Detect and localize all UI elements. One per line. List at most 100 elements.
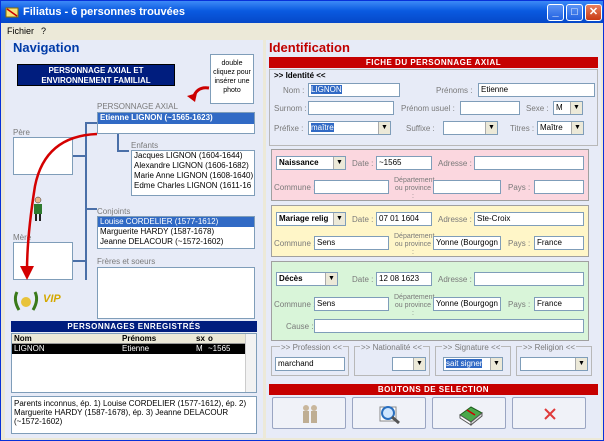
row-nom: LIGNON bbox=[14, 344, 45, 353]
col-o[interactable]: o bbox=[208, 334, 213, 343]
minimize-button[interactable]: _ bbox=[547, 4, 564, 21]
axial-label: PERSONNAGE AXIAL bbox=[97, 102, 178, 111]
red-curve-arrow-icon bbox=[20, 132, 98, 280]
chevron-down-icon[interactable]: ▼ bbox=[325, 273, 337, 285]
mariage-adresse-field[interactable]: Ste-Croix bbox=[474, 212, 584, 226]
chevron-down-icon[interactable]: ▼ bbox=[490, 358, 502, 370]
registered-title: PERSONNAGES ENREGISTRÉS bbox=[11, 321, 257, 332]
mariage-departement-field[interactable]: Yonne (Bourgogn bbox=[433, 236, 501, 250]
prefixe-value: maître bbox=[311, 123, 334, 132]
menu-fichier[interactable]: Fichier bbox=[7, 26, 34, 36]
mariage-date-field[interactable]: 07 01 1604 bbox=[376, 212, 432, 226]
row-sx: M bbox=[196, 344, 203, 353]
photo-box[interactable]: double cliquez pour insérer une photo bbox=[210, 54, 254, 104]
vip-label[interactable]: VIP bbox=[43, 293, 61, 305]
chevron-down-icon[interactable]: ▼ bbox=[378, 122, 390, 134]
save-button[interactable] bbox=[432, 397, 506, 429]
naissance-departement-label: Département ou province : bbox=[394, 177, 435, 200]
conjoint-item[interactable]: Marguerite HARDY (1587-1678) bbox=[98, 227, 254, 237]
signature-value: sait signer bbox=[446, 359, 483, 368]
naissance-date-label: Date : bbox=[352, 159, 374, 168]
nom-field[interactable]: LIGNON bbox=[308, 83, 400, 97]
freres-list[interactable] bbox=[97, 267, 255, 319]
deces-pays-field[interactable]: France bbox=[534, 297, 584, 311]
conjoint-item[interactable]: Louise CORDELIER (1577-1612) bbox=[98, 217, 254, 227]
naissance-adresse-field[interactable] bbox=[474, 156, 584, 170]
chevron-down-icon[interactable]: ▼ bbox=[413, 358, 425, 370]
menu-help[interactable]: ? bbox=[41, 26, 46, 36]
deces-date-field[interactable]: 12 08 1623 bbox=[376, 272, 432, 286]
surnom-label: Surnom : bbox=[274, 104, 307, 113]
main-window: Filiatus - 6 personnes trouvées _ □ ✕ Fi… bbox=[0, 0, 604, 441]
close-button[interactable]: ✕ bbox=[585, 4, 602, 21]
sexe-label: Sexe : bbox=[526, 104, 549, 113]
identification-title: Identification bbox=[269, 40, 350, 55]
deces-adresse-field[interactable] bbox=[474, 272, 584, 286]
tree-line bbox=[117, 150, 129, 152]
row-o: ~1565 bbox=[208, 344, 231, 353]
enfants-label: Enfants bbox=[131, 141, 159, 150]
chevron-down-icon[interactable]: ▼ bbox=[485, 122, 497, 134]
axial-name[interactable]: Etienne LIGNON (~1565-1623) bbox=[98, 113, 254, 124]
chevron-down-icon[interactable]: ▼ bbox=[570, 102, 582, 114]
deces-type-select[interactable]: Décès ▼ bbox=[276, 272, 338, 286]
naissance-departement-field[interactable] bbox=[433, 180, 501, 194]
search-button[interactable] bbox=[352, 397, 426, 429]
naissance-commune-field[interactable] bbox=[314, 180, 389, 194]
conjoint-item[interactable]: Jeanne DELACOUR (~1572-1602) bbox=[98, 237, 254, 247]
deces-type: Décès bbox=[279, 274, 303, 283]
naissance-type-select[interactable]: Naissance ▼ bbox=[276, 156, 346, 170]
col-nom[interactable]: Nom bbox=[14, 334, 32, 343]
mariage-date-label: Date : bbox=[352, 215, 374, 224]
red-arrow-icon bbox=[187, 86, 210, 102]
enfant-item[interactable]: Alexandre LIGNON (1606-1682) bbox=[132, 161, 254, 171]
naissance-date-field[interactable]: ~1565 bbox=[376, 156, 432, 170]
deces-cause-field[interactable] bbox=[314, 319, 584, 333]
titres-select[interactable]: Maître ▼ bbox=[537, 121, 584, 135]
prefixe-label: Préfixe : bbox=[274, 124, 304, 133]
signature-select[interactable]: sait signer ▼ bbox=[443, 357, 503, 371]
maximize-button[interactable]: □ bbox=[566, 4, 583, 21]
registered-table[interactable]: Nom Prénoms sx o LIGNON Etienne M ~1565 bbox=[11, 333, 257, 393]
deces-commune-field[interactable]: Sens bbox=[314, 297, 389, 311]
naissance-pays-field[interactable] bbox=[534, 180, 584, 194]
mariage-pays-field[interactable]: France bbox=[534, 236, 584, 250]
nationalite-select[interactable]: ▼ bbox=[392, 357, 426, 371]
prefixe-select[interactable]: maître ▼ bbox=[308, 121, 391, 135]
chevron-down-icon[interactable]: ▼ bbox=[333, 157, 345, 169]
sexe-select[interactable]: M ▼ bbox=[553, 101, 583, 115]
chevron-down-icon[interactable]: ▼ bbox=[333, 213, 345, 225]
navigation-panel: Navigation PERSONNAGE AXIAL ET ENVIRONNE… bbox=[5, 40, 263, 438]
chevron-down-icon[interactable]: ▼ bbox=[571, 122, 583, 134]
deces-date-label: Date : bbox=[352, 275, 374, 284]
col-sx[interactable]: sx bbox=[196, 334, 205, 343]
mariage-type-select[interactable]: Mariage relig ▼ bbox=[276, 212, 346, 226]
chevron-down-icon[interactable]: ▼ bbox=[575, 358, 587, 370]
religion-select[interactable]: ▼ bbox=[520, 357, 588, 371]
row-prenoms: Etienne bbox=[122, 344, 150, 353]
window-title: Filiatus - 6 personnes trouvées bbox=[23, 6, 185, 18]
identite-label: >> Identité << bbox=[274, 71, 326, 80]
suffixe-select[interactable]: ▼ bbox=[443, 121, 498, 135]
enfants-list[interactable]: Jacques LIGNON (1604-1644) Alexandre LIG… bbox=[131, 150, 255, 196]
deces-departement-label: Département ou province : bbox=[394, 294, 435, 317]
surnom-field[interactable] bbox=[308, 101, 394, 115]
enfant-item[interactable]: Jacques LIGNON (1604-1644) bbox=[132, 151, 254, 161]
couple-button[interactable] bbox=[272, 397, 346, 429]
axial-box[interactable]: Etienne LIGNON (~1565-1623) bbox=[97, 112, 255, 134]
conjoints-list[interactable]: Louise CORDELIER (1577-1612) Marguerite … bbox=[97, 216, 255, 249]
col-prenoms[interactable]: Prénoms bbox=[122, 334, 156, 343]
titres-value: Maître bbox=[540, 123, 563, 132]
prenoms-field[interactable]: Etienne bbox=[478, 83, 595, 97]
signature-label: >> Signature << bbox=[442, 343, 502, 352]
enfant-item[interactable]: Marie Anne LIGNON (1608-1640) bbox=[132, 171, 254, 181]
mariage-commune-field[interactable]: Sens bbox=[314, 236, 389, 250]
delete-button[interactable] bbox=[512, 397, 586, 429]
prenom-usuel-field[interactable] bbox=[460, 101, 520, 115]
profession-field[interactable]: marchand bbox=[275, 357, 345, 371]
enfant-item[interactable]: Edme Charles LIGNON (1611-16 bbox=[132, 181, 254, 191]
titres-label: Titres : bbox=[510, 124, 535, 133]
deces-departement-field[interactable]: Yonne (Bourgogn bbox=[433, 297, 501, 311]
table-scrollbar[interactable] bbox=[245, 334, 256, 392]
title-bar[interactable]: Filiatus - 6 personnes trouvées _ □ ✕ bbox=[1, 1, 603, 23]
